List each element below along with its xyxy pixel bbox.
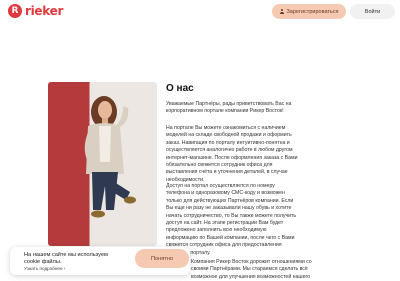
about-paragraph: Компания Рикер Восток дорожит отношениям… xyxy=(191,259,312,280)
header: R rieker Зарегистрироваться Войти xyxy=(0,0,400,24)
about-paragraph: Уважаемые Партнёры, рады приветствовать … xyxy=(166,101,292,115)
cookie-text: На нашем сайте мы используем cookie файл… xyxy=(24,252,108,265)
logo-icon: R xyxy=(8,4,22,18)
page-title: О нас xyxy=(166,83,194,94)
login-label: Войти xyxy=(364,8,381,15)
register-label: Зарегистрироваться xyxy=(286,8,339,15)
about-paragraph: Доступ на портал осуществляется по номер… xyxy=(166,183,297,256)
cookie-accept-label: Понятно xyxy=(150,255,173,262)
login-button[interactable]: Войти xyxy=(350,4,395,19)
about-photo xyxy=(48,82,157,246)
about-paragraph: На портале Вы можете ознакомиться с нали… xyxy=(166,125,298,183)
logo[interactable]: R rieker xyxy=(8,4,63,18)
woman-illustration xyxy=(84,96,136,218)
cookie-more-link[interactable]: Узнать подробнее › xyxy=(24,266,65,271)
logo-text: rieker xyxy=(25,4,64,18)
register-button[interactable]: Зарегистрироваться xyxy=(272,4,346,19)
cookie-accept-button[interactable]: Понятно xyxy=(135,249,189,268)
user-icon xyxy=(279,8,284,15)
